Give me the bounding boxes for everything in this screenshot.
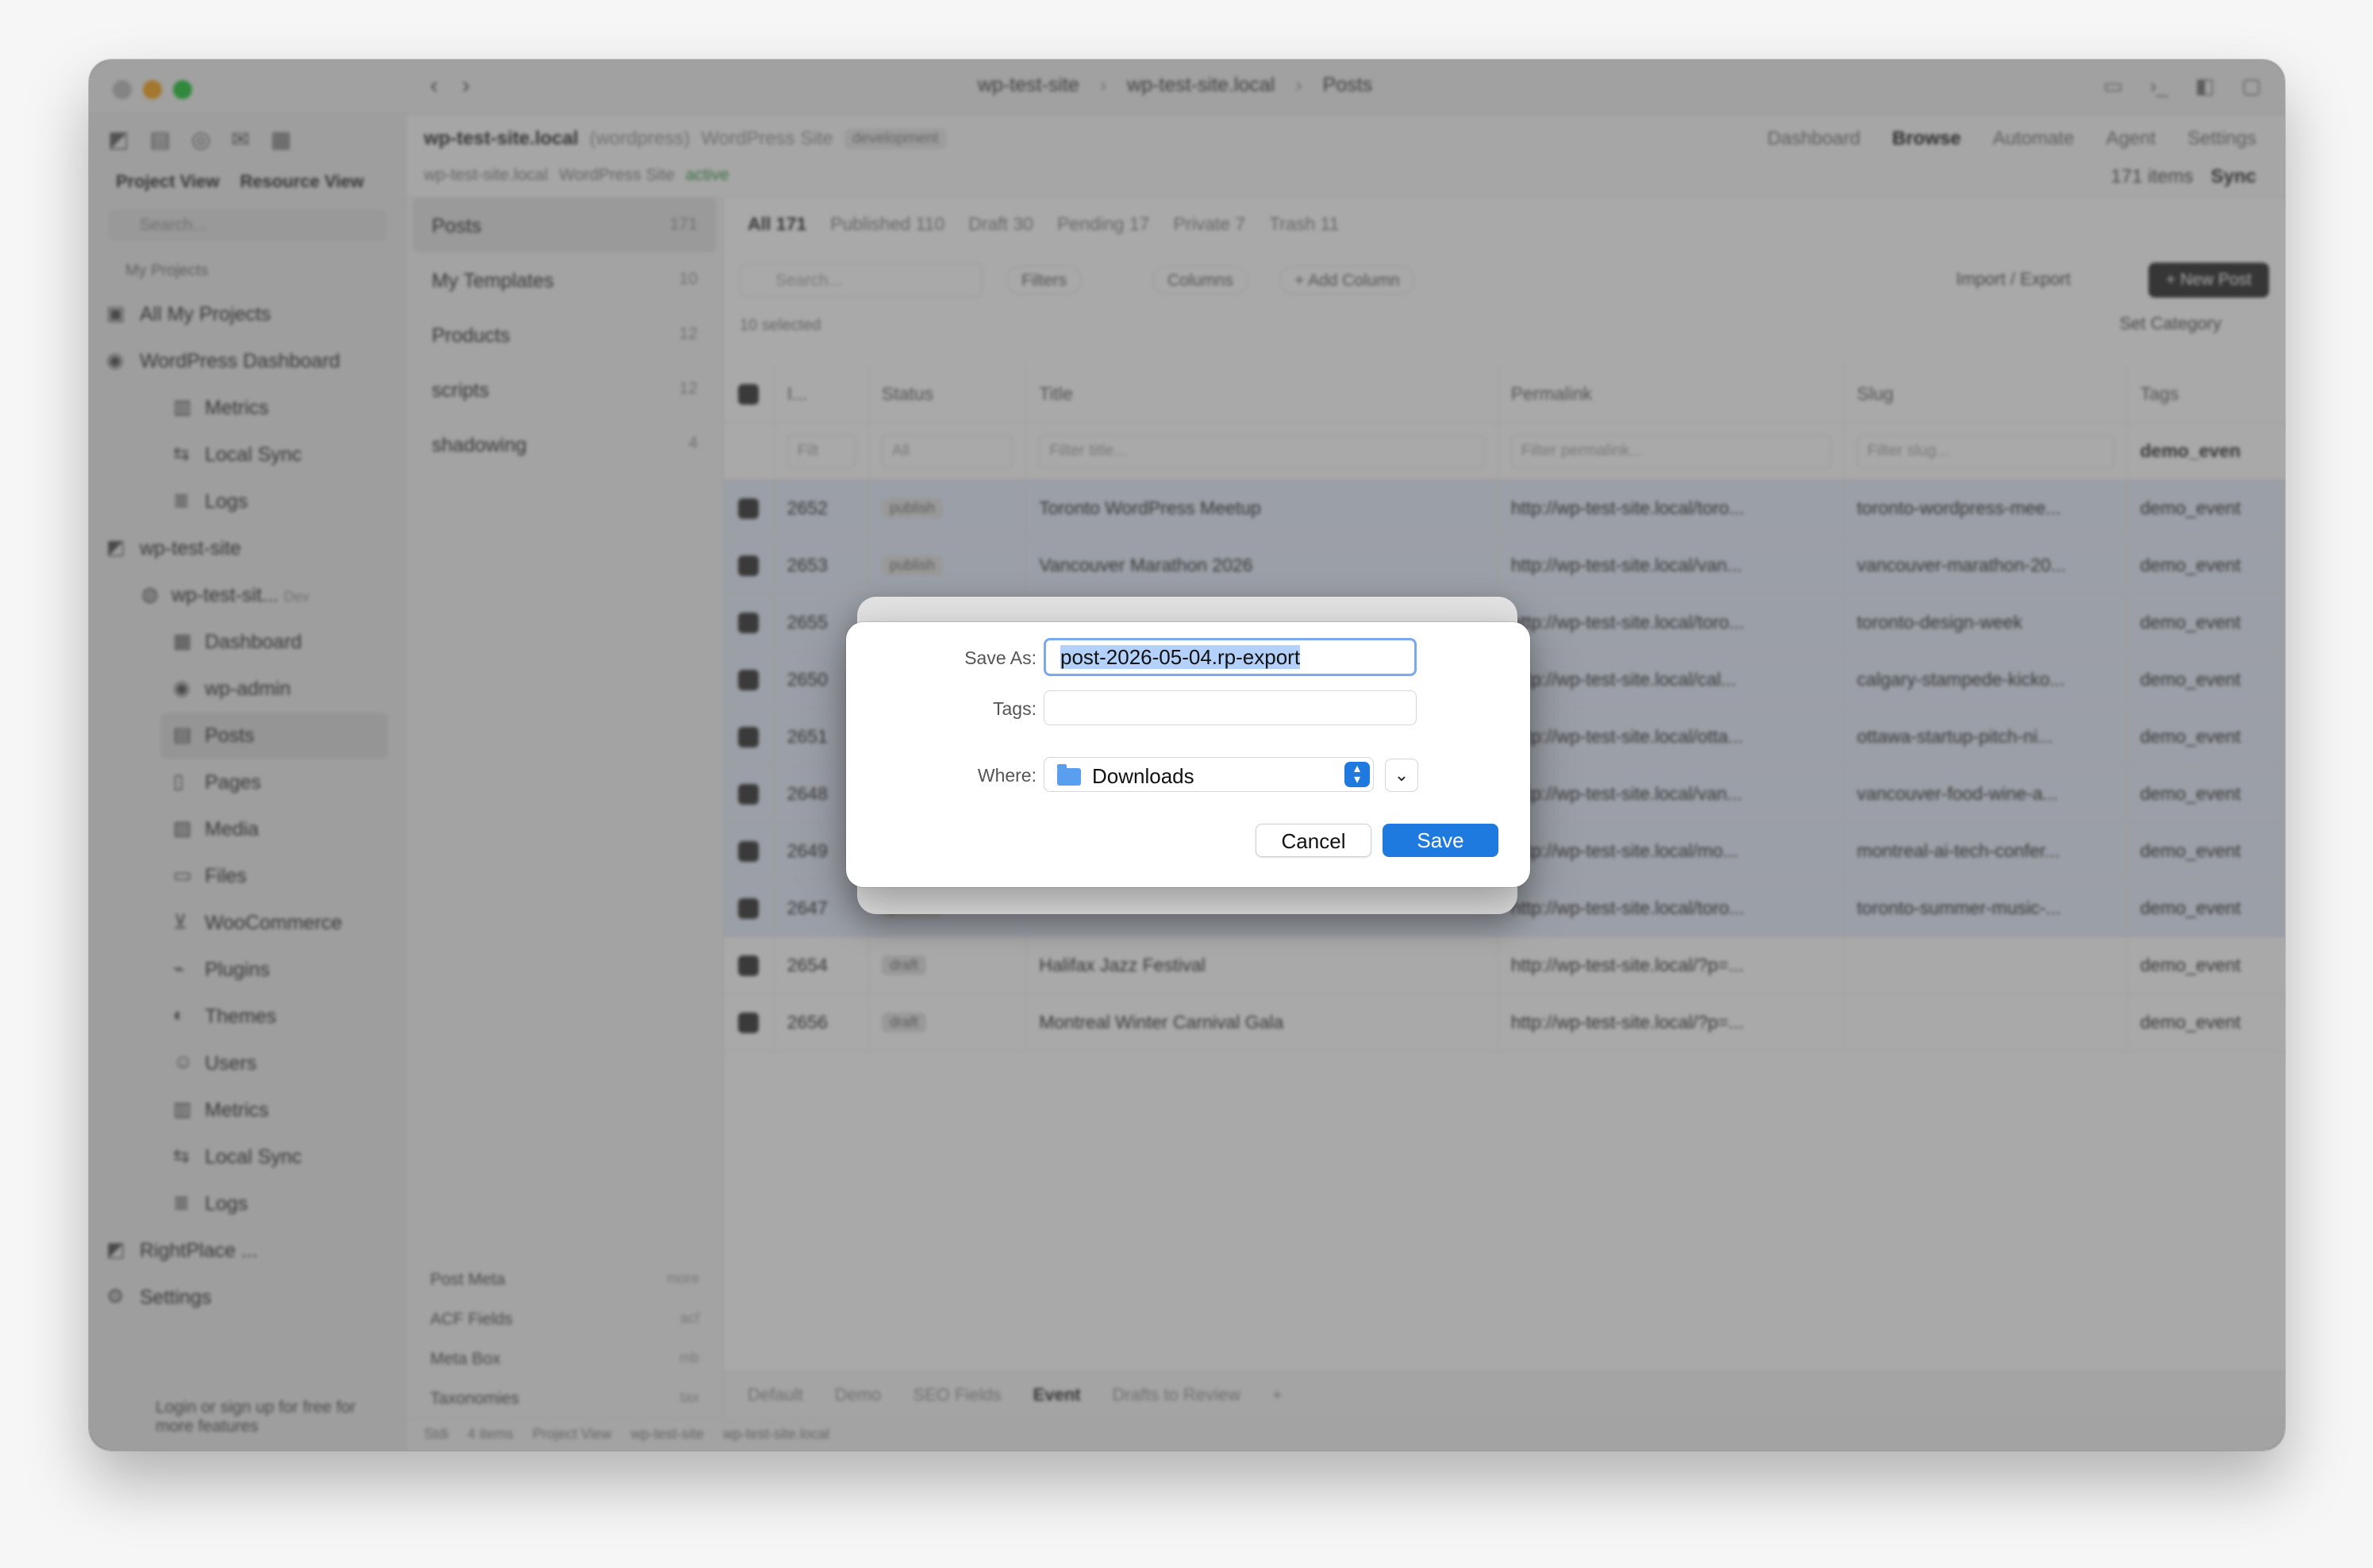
folder-icon [1057,764,1081,786]
tags-input[interactable] [1044,690,1417,725]
save-as-input[interactable]: post-2026-05-04.rp-export [1044,638,1417,676]
where-value: Downloads [1092,764,1194,788]
save-as-label: Save As: [964,648,1037,668]
updown-chevron-icon: ▴ ▾ [1344,762,1370,787]
save-as-value: post-2026-05-04.rp-export [1060,645,1301,669]
save-dialog: Save As: post-2026-05-04.rp-export Tags:… [846,622,1530,887]
where-select[interactable]: Downloads ▴ ▾ [1044,757,1374,792]
where-label: Where: [977,765,1037,786]
tags-label: Tags: [993,698,1037,719]
save-button[interactable]: Save [1383,824,1498,857]
cancel-button[interactable]: Cancel [1256,824,1371,857]
expand-dialog-chevron-icon[interactable]: ⌄ [1385,759,1418,792]
